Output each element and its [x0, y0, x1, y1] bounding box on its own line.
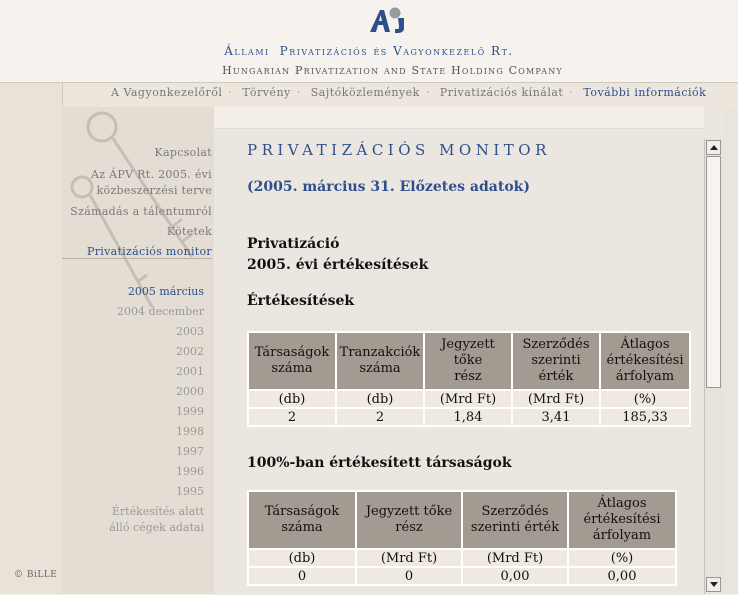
unit-cell: (%) [599, 389, 691, 409]
year-link-2005-march[interactable]: 2005 március [128, 285, 204, 298]
nav-separator: · [425, 86, 430, 99]
sidebar-item-procurement-line2[interactable]: közbeszerzési terve [97, 183, 212, 199]
table-header-cell: Jegyzett tőke rész [423, 331, 513, 391]
sidebar-link-companies-for-sale-line1[interactable]: Értékesítés alatt [112, 505, 204, 518]
year-link-2003[interactable]: 2003 [176, 325, 204, 338]
section-sales: Értékesítések [247, 293, 355, 309]
year-link-1999[interactable]: 1999 [176, 405, 204, 418]
year-link-2004-december[interactable]: 2004 december [117, 305, 204, 318]
year-link-2000[interactable]: 2000 [176, 385, 204, 398]
table-row: (db) (db) (Mrd Ft) (Mrd Ft) (%) [247, 389, 691, 409]
table-header-cell: Társaságok száma [247, 331, 337, 391]
sidebar-item-talent-report[interactable]: Számadás a tálentumról [70, 204, 212, 220]
year-link-1995[interactable]: 1995 [176, 485, 204, 498]
title-hu-part2: Privatizációs és Vagyonkezelő Rt. [279, 44, 514, 58]
title-hu-part1: Állami [224, 44, 270, 58]
table-header-cell: Szerződés szerinti érték [511, 331, 601, 391]
scrollbar-thumb[interactable] [706, 156, 721, 388]
value-cell: 2 [247, 407, 337, 427]
unit-cell: (%) [567, 548, 677, 568]
nav-item-press[interactable]: Sajtóközlemények [311, 86, 420, 99]
unit-cell: (db) [247, 389, 337, 409]
nav-separator: · [228, 86, 233, 99]
table-row: (db) (Mrd Ft) (Mrd Ft) (%) [247, 548, 677, 568]
table-header-cell: Társaságok száma [247, 490, 357, 550]
table-header-cell: Jegyzett tőke rész [355, 490, 463, 550]
nav-separator: · [569, 86, 574, 99]
heading-privatization: Privatizáció [247, 236, 340, 252]
arrow-down-icon [710, 582, 718, 587]
year-link-2002[interactable]: 2002 [176, 345, 204, 358]
value-cell: 2 [335, 407, 425, 427]
nav-separator: · [296, 86, 301, 99]
sales-table: Társaságok száma Tranzakciók száma Jegyzet… [247, 331, 691, 427]
scroll-down-button[interactable] [706, 577, 721, 592]
value-cell: 3,41 [511, 407, 601, 427]
nav-item-offer[interactable]: Privatizációs kínálat [440, 86, 564, 99]
table-header-cell: Szerződés szerinti érték [461, 490, 569, 550]
table-header-row: Társaságok száma Jegyzett tőke rész Szerző… [247, 490, 677, 550]
sidebar-item-volumes[interactable]: Kötetek [167, 224, 212, 240]
nav-item-more-info[interactable]: További információk [583, 86, 706, 99]
value-cell: 1,84 [423, 407, 513, 427]
heading-2005-sales: 2005. évi értékesítések [247, 257, 429, 273]
page-title: PRIVATIZÁCIÓS MONITOR [247, 141, 551, 159]
unit-cell: (Mrd Ft) [511, 389, 601, 409]
value-cell: 0,00 [567, 566, 677, 586]
content-frame: PRIVATIZÁCIÓS MONITOR (2005. március 31.… [214, 128, 704, 595]
sidebar-link-companies-for-sale-line2[interactable]: álló cégek adatai [109, 521, 204, 534]
sidebar: Kapcsolat Az ÁPV Rt. 2005. évi közbeszer… [62, 107, 214, 594]
section-fully-sold-companies: 100%-ban értékesített társaságok [247, 455, 512, 471]
value-cell: 0 [355, 566, 463, 586]
unit-cell: (Mrd Ft) [461, 548, 569, 568]
nav-item-law[interactable]: Törvény [242, 86, 290, 99]
table-row: 2 2 1,84 3,41 185,33 [247, 407, 691, 427]
table-header-cell: Átlagos értékesítési árfolyam [567, 490, 677, 550]
apv-logo-icon[interactable] [368, 4, 412, 34]
sidebar-item-contact[interactable]: Kapcsolat [155, 145, 212, 161]
fully-sold-table: Társaságok száma Jegyzett tőke rész Szerző… [247, 490, 677, 586]
content-area: PRIVATIZÁCIÓS MONITOR (2005. március 31.… [214, 129, 704, 595]
top-navigation: A Vagyonkezelőről · Törvény · Sajtóközlemé… [62, 83, 738, 107]
table-header-row: Társaságok száma Tranzakciók száma Jegyzet… [247, 331, 691, 391]
table-header-cell: Átlagos értékesítési árfolyam [599, 331, 691, 391]
content-scrollbar[interactable] [704, 139, 723, 594]
scroll-up-button[interactable] [706, 140, 721, 155]
copyright-label[interactable]: © BiLLE [14, 570, 57, 580]
value-cell: 185,33 [599, 407, 691, 427]
table-row: 0 0 0,00 0,00 [247, 566, 677, 586]
year-link-1998[interactable]: 1998 [176, 425, 204, 438]
value-cell: 0,00 [461, 566, 569, 586]
page-subtitle: (2005. március 31. Előzetes adatok) [247, 179, 530, 195]
right-band [723, 107, 738, 594]
year-link-1997[interactable]: 1997 [176, 445, 204, 458]
nav-item-about[interactable]: A Vagyonkezelőről [111, 86, 222, 99]
unit-cell: (db) [247, 548, 357, 568]
year-link-1996[interactable]: 1996 [176, 465, 204, 478]
value-cell: 0 [247, 566, 357, 586]
year-link-2001[interactable]: 2001 [176, 365, 204, 378]
site-header: Állami Privatizációs és Vagyonkezelő Rt.… [0, 0, 738, 82]
left-band [0, 83, 62, 594]
arrow-up-icon [710, 145, 718, 150]
unit-cell: (Mrd Ft) [423, 389, 513, 409]
site-title-en: Hungarian Privatization and State Holdin… [222, 64, 563, 77]
unit-cell: (Mrd Ft) [355, 548, 463, 568]
sidebar-divider [62, 258, 212, 259]
site-title-hu: Állami Privatizációs és Vagyonkezelő Rt. [0, 44, 738, 58]
table-header-cell: Tranzakciók száma [335, 331, 425, 391]
unit-cell: (db) [335, 389, 425, 409]
sidebar-item-procurement-line1[interactable]: Az ÁPV Rt. 2005. évi [91, 167, 212, 183]
